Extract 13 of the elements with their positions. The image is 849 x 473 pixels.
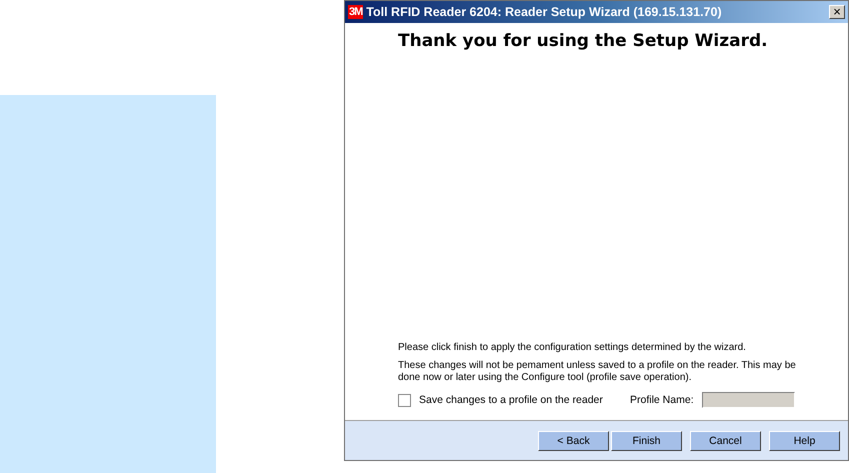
app-logo-icon: 3M	[348, 5, 364, 19]
wizard-heading: Thank you for using the Setup Wizard.	[398, 31, 769, 51]
window-title: Toll RFID Reader 6204: Reader Setup Wizard (169.15.131.70)	[366, 5, 723, 19]
wizard-button[interactable]: Help	[769, 430, 840, 450]
wizard-button[interactable]: Cancel	[690, 430, 761, 450]
field-label: Profile Name:	[630, 394, 694, 406]
wizard-button[interactable]: Finish	[611, 430, 682, 450]
instruction-text: Please click finish to apply the configuration settings determined by the wizard.	[398, 342, 747, 354]
checkbox-label[interactable]: Save changes to a profile on the reader	[419, 394, 603, 406]
wizard-button[interactable]: < Back	[538, 430, 609, 450]
checkbox[interactable]	[398, 394, 411, 406]
close-button[interactable]: ×	[829, 5, 845, 19]
instruction-text: These changes will not be pemament unless saved to a profile on the reader. This may be done now or later using the Configure tool (profile save operation).	[398, 360, 796, 384]
